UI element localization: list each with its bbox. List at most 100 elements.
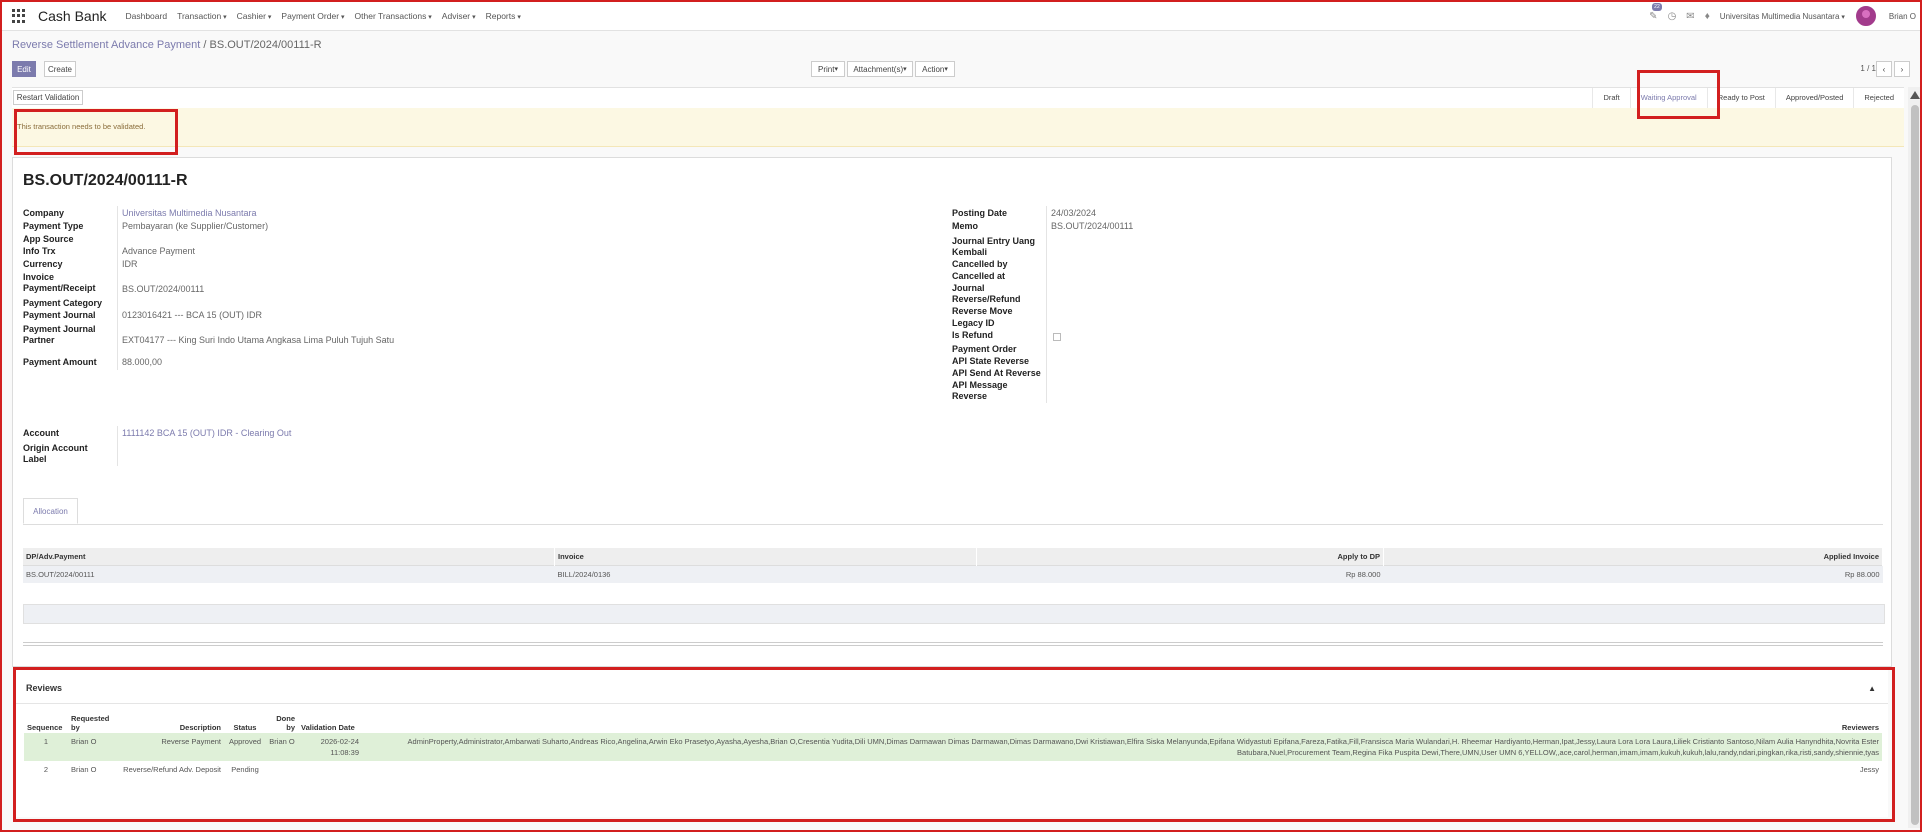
is-refund-checkbox[interactable] (1053, 333, 1061, 341)
label-payment-amount: Payment Amount (23, 357, 97, 367)
avatar[interactable] (1854, 5, 1877, 27)
value-payment-type: Pembayaran (ke Supplier/Customer) (122, 221, 269, 231)
value-invoice-payment: BS.OUT/2024/00111 (122, 284, 205, 294)
alert-text: This transaction needs to be validated. (17, 122, 146, 131)
cell-sequence: 2 (43, 765, 49, 774)
edit-button[interactable]: Edit (12, 61, 36, 77)
label-payment-category: Payment Category (23, 298, 103, 308)
column-requested-by[interactable]: Requested by (68, 709, 118, 733)
bell-icon[interactable]: ♦ (1705, 11, 1710, 22)
action-button[interactable]: Action (915, 61, 955, 77)
vertical-scrollbar[interactable] (1908, 87, 1922, 828)
reviews-title: Reviews (26, 683, 63, 693)
tab-allocation[interactable]: Allocation (23, 498, 78, 524)
menu-dashboard[interactable]: Dashboard (120, 11, 172, 21)
scroll-thumb[interactable] (1911, 105, 1919, 825)
breadcrumb-current: BS.OUT/2024/00111-R (209, 39, 322, 51)
column-sequence[interactable]: Sequence (24, 709, 68, 733)
table-row[interactable]: BS.OUT/2024/00111 BILL/2024/0136 Rp 88.0… (23, 565, 1883, 583)
column-status[interactable]: Status (224, 709, 266, 733)
cell-requested-by: Brian O (68, 733, 118, 761)
column-reviewers[interactable]: Reviewers (362, 709, 1882, 733)
label-app-source: App Source (23, 234, 74, 244)
validation-alert: This transaction needs to be validated. (12, 108, 1904, 147)
collapse-caret-icon[interactable]: ▲ (1868, 684, 1876, 693)
divider (23, 645, 1883, 646)
label-payment-order: Payment Order (952, 344, 1017, 354)
value-memo: BS.OUT/2024/00111 (1051, 221, 1134, 231)
value-company[interactable]: Universitas Multimedia Nusantara (122, 208, 257, 219)
cell-done-by (266, 761, 298, 778)
divider (23, 642, 1883, 643)
label-info-trx: Info Trx (23, 246, 56, 256)
scroll-up-icon[interactable] (1910, 91, 1920, 99)
account-field-divider (117, 426, 118, 466)
create-button[interactable]: Create (44, 61, 76, 77)
form-sheet: BS.OUT/2024/00111-R Company Universitas … (12, 157, 1892, 667)
value-payment-journal-partner: EXT04177 --- King Suri Indo Utama Angkas… (122, 335, 395, 345)
cell-validation-date (298, 761, 362, 778)
value-payment-amount: 88.000,00 (122, 357, 163, 367)
print-button[interactable]: Print (811, 61, 845, 77)
column-dp-adv-payment[interactable]: DP/Adv.Payment (23, 548, 555, 566)
menu-transaction[interactable]: Transaction (172, 11, 232, 21)
value-info-trx: Advance Payment (122, 246, 196, 256)
table-row[interactable]: 1 Brian O Reverse Payment Approved Brian… (24, 733, 1882, 761)
reviews-table: Sequence Requested by Description Status… (24, 709, 1882, 778)
column-applied-invoice[interactable]: Applied Invoice (1383, 548, 1883, 566)
stage-draft[interactable]: Draft (1592, 88, 1629, 108)
column-invoice[interactable]: Invoice (554, 548, 977, 566)
value-account[interactable]: 1111142 BCA 15 (OUT) IDR - Clearing Out (122, 428, 291, 439)
cell-dp-adv-payment: BS.OUT/2024/00111 (23, 565, 555, 583)
stage-ready-to-post[interactable]: Ready to Post (1706, 88, 1775, 108)
cell-description: Reverse/Refund Adv. Deposit (123, 765, 221, 774)
record-title: BS.OUT/2024/00111-R (23, 172, 188, 189)
app-brand[interactable]: Cash Bank (38, 8, 106, 24)
stage-rejected[interactable]: Rejected (1853, 88, 1904, 108)
label-journal-reverse-refund: Journal Reverse/Refund (952, 283, 1021, 304)
cell-status: Pending (231, 765, 259, 774)
label-account: Account (23, 428, 59, 438)
table-row[interactable]: 2 Brian O Reverse/Refund Adv. Deposit Pe… (24, 761, 1882, 778)
activity-badge: 22 (1652, 2, 1662, 11)
menu-reports[interactable]: Reports (481, 11, 526, 21)
breadcrumb-parent[interactable]: Reverse Settlement Advance Payment (12, 39, 200, 51)
cell-done-by: Brian O (266, 733, 298, 761)
notebook-tabs: Allocation (23, 498, 1883, 525)
pager-prev-button[interactable]: ‹ (1876, 61, 1892, 77)
column-done-by[interactable]: Done by (266, 709, 298, 733)
company-switcher[interactable]: Universitas Multimedia Nusantara (1720, 12, 1845, 21)
stage-waiting-approval[interactable]: Waiting Approval (1629, 88, 1707, 108)
cell-reviewers: Jessy (1859, 765, 1879, 774)
user-name[interactable]: Brian O (1889, 12, 1916, 21)
chat-icon[interactable]: ✉ (1686, 11, 1694, 22)
column-apply-to-dp[interactable]: Apply to DP (976, 548, 1384, 566)
label-invoice-payment: Invoice Payment/Receipt (23, 272, 96, 293)
column-description[interactable]: Description (118, 709, 224, 733)
cell-status: Approved (224, 733, 266, 761)
cell-apply-to-dp: Rp 88.000 (976, 565, 1384, 583)
pager-next-button[interactable]: › (1894, 61, 1910, 77)
top-navbar: Cash Bank Dashboard Transaction Cashier … (2, 2, 1920, 31)
cell-reviewers: AdminProperty,Administrator,Ambarwati Su… (362, 733, 1882, 761)
label-legacy-id: Legacy ID (952, 318, 995, 328)
attachments-button[interactable]: Attachment(s) (847, 61, 913, 77)
label-payment-journal-partner: Payment Journal Partner (23, 324, 96, 345)
clock-icon[interactable]: ◷ (1668, 11, 1677, 22)
cell-sequence: 1 (24, 733, 68, 761)
table-footer-row (23, 604, 1885, 624)
apps-grid-icon[interactable] (12, 9, 26, 23)
menu-other-transactions[interactable]: Other Transactions (350, 11, 437, 21)
label-journal-entry-kembali: Journal Entry Uang Kembali (952, 236, 1036, 257)
menu-cashier[interactable]: Cashier (232, 11, 277, 21)
restart-validation-button[interactable]: Restart Validation (13, 90, 83, 105)
cell-description: Reverse Payment (118, 733, 224, 761)
column-validation-date[interactable]: Validation Date (298, 709, 362, 733)
activity-icon[interactable]: ✎ 22 (1649, 2, 1662, 22)
menu-adviser[interactable]: Adviser (437, 11, 481, 21)
right-field-divider (1046, 206, 1047, 403)
label-currency: Currency (23, 259, 63, 269)
stage-approved-posted[interactable]: Approved/Posted (1774, 88, 1854, 108)
pager-value: 1 / 1 (1860, 64, 1876, 73)
menu-payment-order[interactable]: Payment Order (276, 11, 349, 21)
